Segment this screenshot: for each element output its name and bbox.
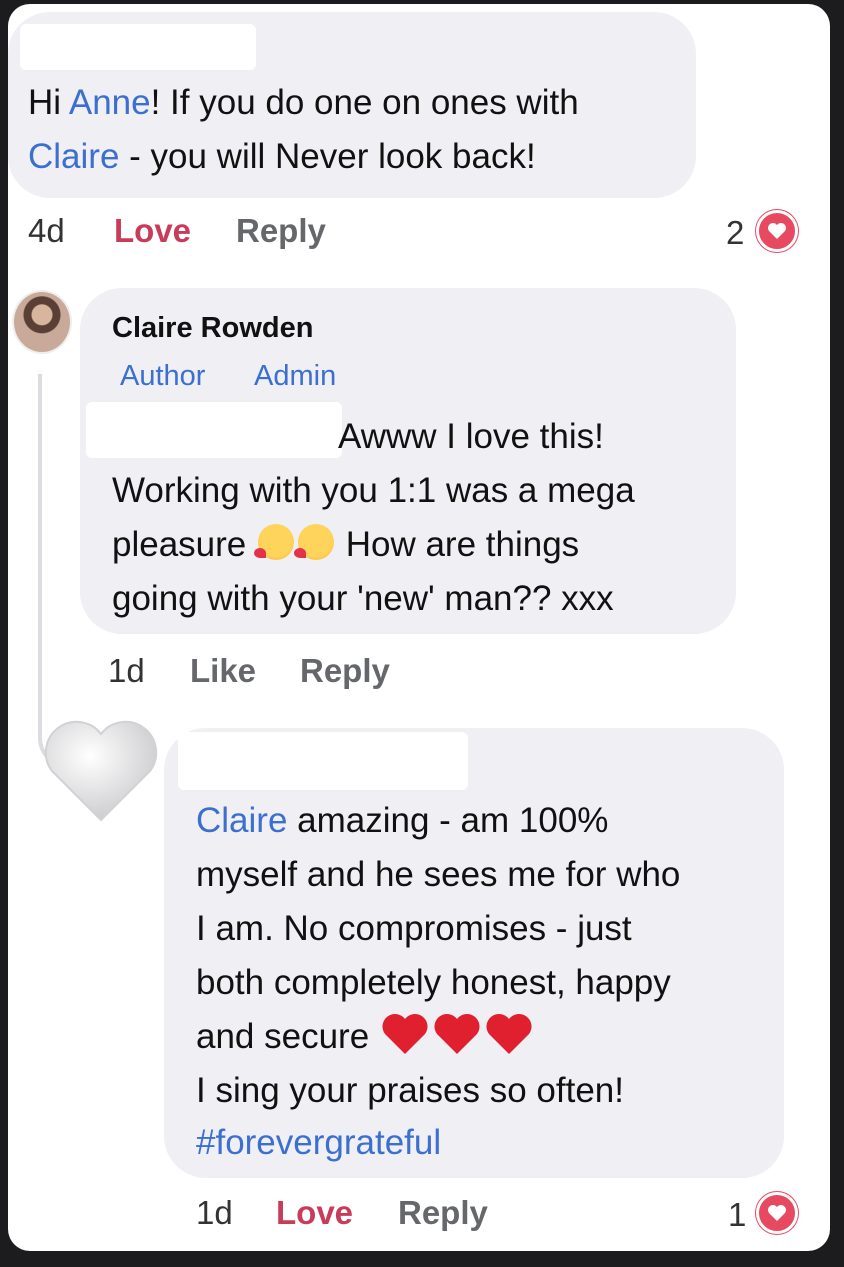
- reply-timestamp[interactable]: 1d: [108, 652, 145, 690]
- author-name[interactable]: Claire Rowden: [112, 312, 313, 345]
- reply-text-line: Claire amazing - am 100%: [196, 801, 609, 840]
- smiling-face-with-hearts-icon: [253, 524, 294, 560]
- love-reaction-icon[interactable]: [756, 1192, 798, 1234]
- reply-text-line: going with your 'new' man?? xxx: [112, 579, 614, 618]
- reply-button[interactable]: Reply: [236, 212, 326, 250]
- red-heart-icon: [486, 1014, 532, 1054]
- hashtag-link[interactable]: #forevergrateful: [196, 1116, 441, 1170]
- reaction-count[interactable]: 1: [728, 1196, 746, 1234]
- comment-thread: Hi Anne! If you do one on ones with Clai…: [8, 4, 830, 1251]
- love-button[interactable]: Love: [276, 1194, 353, 1232]
- reply-text-line: myself and he sees me for who: [196, 855, 681, 894]
- love-reaction-icon[interactable]: [756, 210, 798, 252]
- like-button[interactable]: Like: [190, 652, 256, 690]
- reply-text-line: Working with you 1:1 was a mega: [112, 471, 635, 510]
- reply-button[interactable]: Reply: [398, 1194, 488, 1232]
- redacted-mention: [86, 402, 342, 458]
- comment-text-line: Hi Anne! If you do one on ones with: [28, 83, 579, 122]
- avatar[interactable]: [12, 290, 72, 354]
- red-heart-icon: [434, 1014, 480, 1054]
- author-badge: Author: [120, 360, 206, 392]
- red-heart-icon: [382, 1014, 428, 1054]
- reaction-count[interactable]: 2: [726, 214, 744, 252]
- comment-timestamp[interactable]: 4d: [28, 212, 65, 250]
- redacted-commenter-name: [178, 732, 468, 790]
- love-button[interactable]: Love: [114, 212, 191, 250]
- mention-link[interactable]: Claire: [28, 137, 119, 176]
- reply-text-line: Awww I love this!: [338, 417, 604, 456]
- redacted-commenter-name: [20, 24, 256, 70]
- reply-text-line: and secure: [196, 1010, 535, 1064]
- reply-text-line: I sing your praises so often!: [196, 1071, 624, 1110]
- reply-text-line: I am. No compromises - just: [196, 909, 632, 948]
- comment-text-line: Claire - you will Never look back!: [28, 137, 536, 176]
- thread-connector-line: [38, 374, 42, 734]
- reply-text-line: pleasure How are things: [112, 524, 580, 564]
- mention-link[interactable]: Claire: [196, 801, 287, 840]
- reply-timestamp[interactable]: 1d: [196, 1194, 233, 1232]
- mention-link[interactable]: Anne: [69, 83, 151, 122]
- admin-badge: Admin: [254, 360, 337, 392]
- reply-button[interactable]: Reply: [300, 652, 390, 690]
- smiling-face-with-hearts-icon: [293, 524, 334, 560]
- reply-text-line: both completely honest, happy: [196, 963, 671, 1002]
- white-heart-icon[interactable]: [42, 716, 160, 824]
